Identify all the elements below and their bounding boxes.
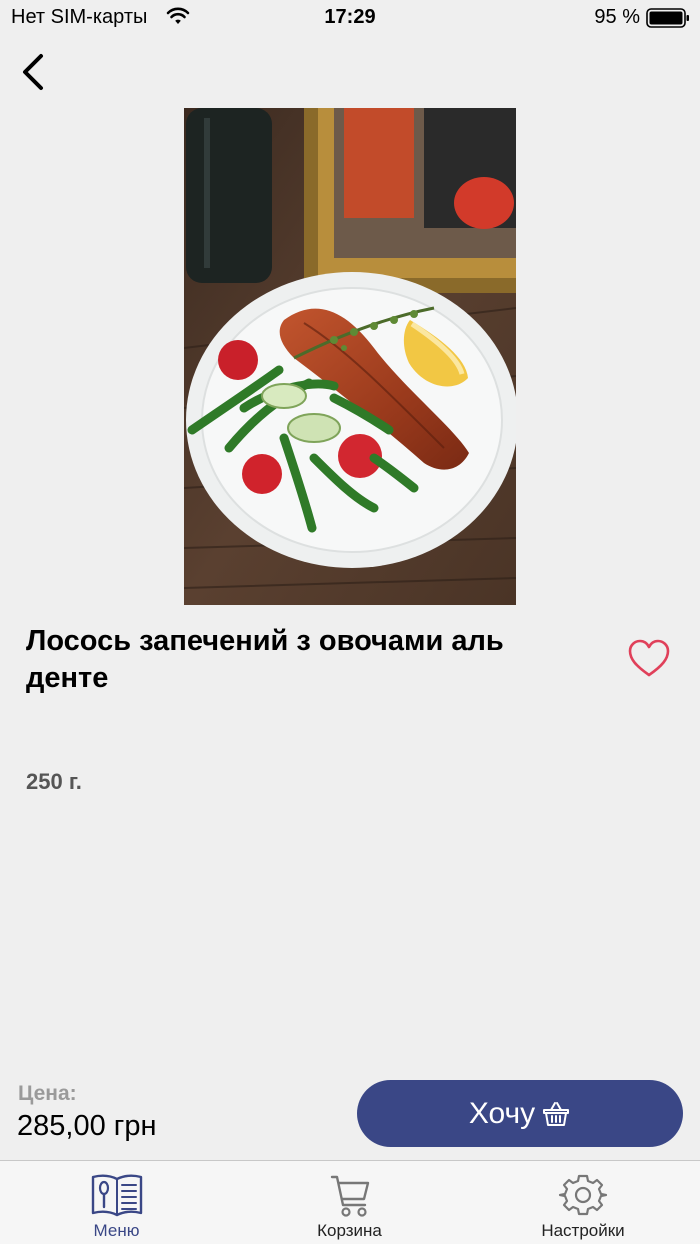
tab-settings[interactable]: Настройки (466, 1161, 700, 1244)
chevron-left-icon (23, 54, 43, 90)
back-button[interactable] (14, 50, 54, 94)
dish-photo (184, 108, 516, 605)
tab-cart-label: Корзина (317, 1221, 382, 1240)
tab-settings-label: Настройки (541, 1221, 625, 1240)
battery-percent: 95 % (594, 6, 640, 28)
want-button[interactable]: Хочу (357, 1080, 683, 1147)
want-button-label: Хочу (468, 1096, 536, 1130)
tab-menu-label: Меню (93, 1221, 140, 1240)
price-label: Цена: (18, 1082, 77, 1105)
price-value: 285,00 грн (17, 1110, 157, 1142)
battery-icon (646, 8, 689, 28)
cart-icon (330, 1175, 369, 1217)
gear-icon (558, 1174, 608, 1216)
status-bar: Нет SIM-карты 17:29 95 % (0, 0, 700, 38)
favorite-button[interactable] (626, 638, 672, 680)
tab-cart[interactable]: Корзина (233, 1161, 466, 1244)
tab-bar: Меню Корзина Настройки (0, 1160, 700, 1244)
dish-detail-screen: Нет SIM-карты 17:29 95 % Лосось запечени… (0, 0, 700, 1244)
heart-icon (628, 639, 670, 677)
basket-icon (543, 1101, 570, 1126)
menu-book-icon (91, 1174, 142, 1217)
tab-menu[interactable]: Меню (0, 1161, 233, 1244)
dish-weight: 250 г. (26, 769, 82, 794)
dish-title: Лосось запечений з овочами аль денте (26, 625, 504, 694)
